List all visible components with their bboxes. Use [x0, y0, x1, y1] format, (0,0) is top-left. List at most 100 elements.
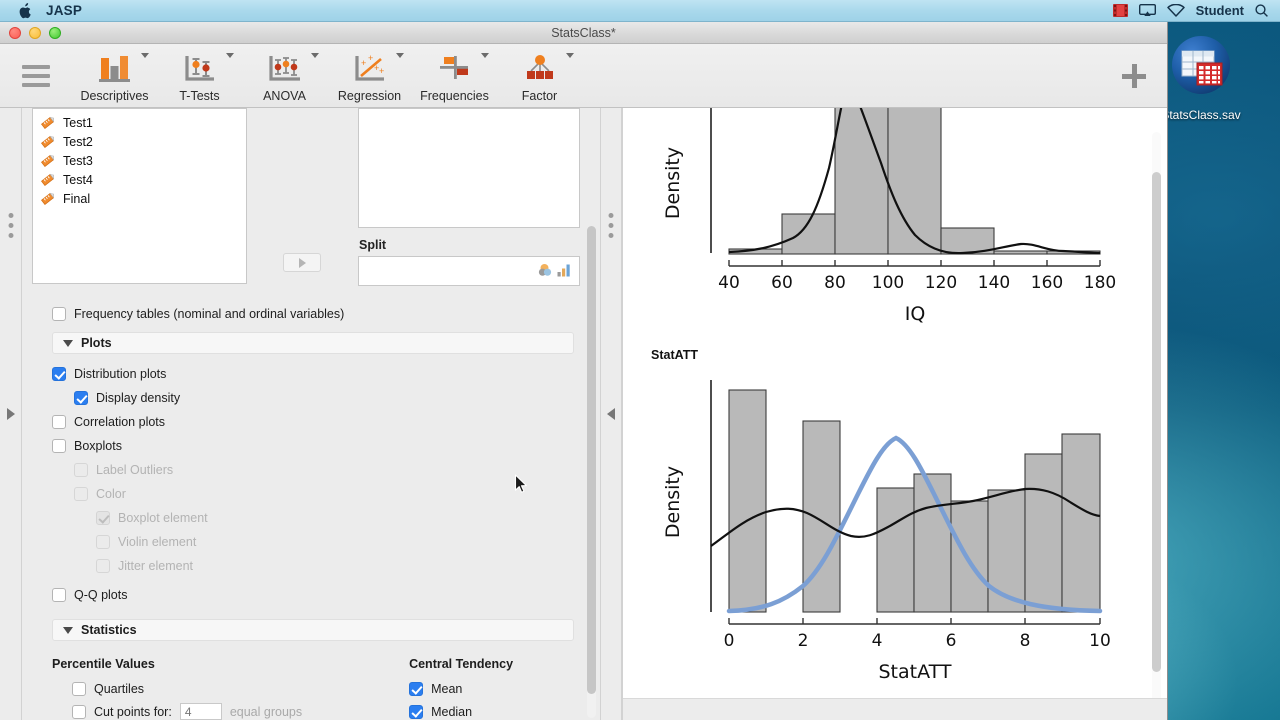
ribbon-button-factor[interactable]: Factor: [497, 49, 582, 103]
color-checkbox: [74, 487, 88, 501]
collapse-options-panel-icon[interactable]: [607, 408, 615, 420]
option-qq-plots[interactable]: Q-Q plots: [22, 583, 590, 607]
option-label-outliers: Label Outliers: [22, 458, 590, 482]
menubar-status-items: Student: [1112, 3, 1272, 18]
option-jitter-element: Jitter element: [22, 554, 590, 578]
screen-recording-icon[interactable]: [1112, 4, 1128, 17]
statistics-columns: Percentile Values Quartiles Cut points f…: [22, 657, 590, 720]
option-label: Mean: [431, 681, 463, 696]
option-distribution-plots[interactable]: Distribution plots: [22, 362, 590, 386]
section-header-plots[interactable]: Plots: [52, 332, 574, 354]
ribbon-button-frequencies[interactable]: Frequencies: [412, 49, 497, 103]
variable-label: Test2: [63, 134, 93, 149]
window-title: StatsClass*: [551, 25, 616, 40]
plot-statatt[interactable]: Density 0 2 4 6 8 10 StatATT: [623, 362, 1167, 692]
svg-text:40: 40: [718, 273, 740, 293]
airplay-icon[interactable]: [1138, 4, 1156, 17]
options-panel-scrollbar[interactable]: [587, 226, 596, 718]
section-header-statistics[interactable]: Statistics: [52, 619, 574, 641]
cut-points-input[interactable]: [179, 703, 222, 720]
boxplot-element-checkbox: [96, 511, 110, 525]
frequency-tables-checkbox[interactable]: [52, 307, 66, 321]
jasp-application-window: StatsClass* Descriptives T-Tests ANOVA +…: [0, 22, 1168, 720]
svg-text:180: 180: [1084, 273, 1116, 293]
chevron-down-icon[interactable]: [566, 52, 574, 58]
variable-item[interactable]: Test2: [33, 132, 246, 151]
option-correlation-plots[interactable]: Correlation plots: [22, 410, 590, 434]
results-panel-splitter[interactable]: [600, 108, 622, 720]
variable-assignment-row: Test1 Test2 Test3 Test4 Final Split: [22, 108, 590, 286]
available-variables-list[interactable]: Test1 Test2 Test3 Test4 Final: [32, 108, 247, 284]
svg-text:60: 60: [771, 273, 793, 293]
option-quartiles[interactable]: Quartiles: [52, 677, 409, 700]
apple-logo-icon[interactable]: [18, 2, 32, 19]
boxplots-checkbox[interactable]: [52, 439, 66, 453]
variable-item[interactable]: Test1: [33, 113, 246, 132]
search-icon[interactable]: [1255, 4, 1268, 17]
plot-iq[interactable]: Density 40 60 80 100 120 140 160 180 IQ: [623, 108, 1167, 338]
section-title: Statistics: [81, 623, 137, 637]
option-label: Distribution plots: [74, 367, 167, 381]
menubar-app-name[interactable]: JASP: [46, 3, 82, 18]
x-tick-labels: 40 60 80 100 120 140 160 180: [718, 273, 1116, 293]
option-median[interactable]: Median: [409, 700, 590, 720]
macos-menubar: JASP Student: [0, 0, 1280, 22]
chevron-down-icon[interactable]: [226, 52, 234, 58]
ribbon-button-descriptives[interactable]: Descriptives: [72, 49, 157, 103]
expand-data-panel-icon[interactable]: [6, 408, 15, 420]
scale-variable-icon: [41, 116, 56, 129]
menubar-username[interactable]: Student: [1196, 3, 1244, 18]
split-dropzone[interactable]: [358, 256, 580, 286]
variable-item[interactable]: Test4: [33, 170, 246, 189]
svg-text:80: 80: [824, 273, 846, 293]
option-label: Quartiles: [94, 681, 145, 696]
analysis-options-panel: Test1 Test2 Test3 Test4 Final Split Freq…: [22, 108, 600, 720]
ribbon-button-anova[interactable]: ANOVA: [242, 49, 327, 103]
cut-points-suffix: equal groups: [229, 704, 303, 719]
chevron-down-icon: [63, 339, 73, 347]
svg-text:8: 8: [1020, 631, 1031, 651]
svg-text:+: +: [379, 66, 384, 76]
hamburger-menu-icon[interactable]: [14, 64, 58, 87]
option-label: Color: [96, 487, 126, 501]
qq-plots-checkbox[interactable]: [52, 588, 66, 602]
chevron-down-icon[interactable]: [481, 52, 489, 58]
option-mean[interactable]: Mean: [409, 677, 590, 700]
results-panel-scrollbar[interactable]: [1152, 132, 1161, 702]
option-boxplots[interactable]: Boxplots: [22, 434, 590, 458]
option-display-density[interactable]: Display density: [22, 386, 590, 410]
ribbon-label: T-Tests: [179, 88, 220, 103]
svg-text:0: 0: [724, 631, 735, 651]
chevron-down-icon[interactable]: [141, 52, 149, 58]
nominal-variable-icon: [538, 263, 553, 280]
wifi-icon[interactable]: [1166, 4, 1185, 17]
splitter-grip-icon: [608, 213, 614, 238]
median-checkbox[interactable]: [409, 704, 424, 719]
option-cut-points[interactable]: Cut points for: equal groups: [52, 700, 409, 720]
quartiles-checkbox[interactable]: [72, 681, 86, 696]
ribbon-button-regression[interactable]: + + + + Regression: [327, 49, 412, 103]
plus-icon[interactable]: [1121, 63, 1147, 89]
transfer-right-icon[interactable]: [283, 253, 322, 272]
axis-label-y: Density: [662, 147, 684, 219]
percentile-values-group: Percentile Values Quartiles Cut points f…: [52, 657, 409, 720]
chevron-down-icon[interactable]: [396, 52, 404, 58]
option-frequency-tables[interactable]: Frequency tables (nominal and ordinal va…: [22, 302, 590, 326]
mean-checkbox[interactable]: [409, 681, 424, 696]
cut-points-checkbox[interactable]: [72, 704, 86, 719]
assigned-variables-box[interactable]: [358, 108, 580, 228]
correlation-plots-checkbox[interactable]: [52, 415, 66, 429]
variable-item[interactable]: Test3: [33, 151, 246, 170]
option-label: Correlation plots: [74, 415, 166, 429]
display-density-checkbox[interactable]: [74, 391, 88, 405]
left-panel-splitter[interactable]: [0, 108, 22, 720]
plot-title-statatt: StatATT: [651, 348, 698, 362]
scale-variable-icon: [41, 135, 56, 148]
splitter-grip-icon: [8, 213, 13, 238]
variable-item[interactable]: Final: [33, 189, 246, 208]
scale-variable-icon: [41, 173, 56, 186]
ribbon-button-t-tests[interactable]: T-Tests: [157, 49, 242, 103]
spss-data-file-icon: [1168, 32, 1234, 103]
chevron-down-icon[interactable]: [311, 52, 319, 58]
distribution-plots-checkbox[interactable]: [52, 367, 66, 381]
